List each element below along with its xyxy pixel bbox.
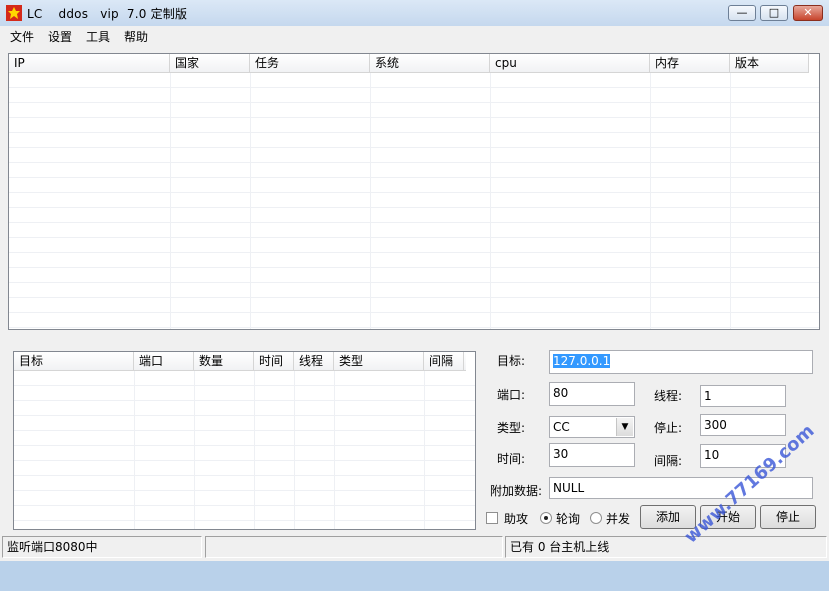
column-divider bbox=[250, 73, 251, 329]
host-list[interactable]: IP 国家 任务 系统 cpu 内存 版本 bbox=[8, 53, 820, 330]
menu-bar: 文件 设置 工具 帮助 bbox=[0, 26, 829, 45]
column-threads[interactable]: 线程 bbox=[294, 352, 334, 370]
column-divider bbox=[490, 73, 491, 329]
time-label: 时间: bbox=[497, 452, 526, 466]
mode-poll-label: 轮询 bbox=[556, 512, 581, 526]
stop-label: 停止: bbox=[654, 421, 683, 435]
maximize-button[interactable]: □ bbox=[760, 5, 788, 21]
maximize-icon: □ bbox=[768, 6, 780, 19]
menu-file[interactable]: 文件 bbox=[10, 28, 34, 45]
type-value: CC bbox=[553, 420, 570, 434]
column-divider bbox=[650, 73, 651, 329]
app-icon bbox=[6, 5, 22, 21]
column-memory[interactable]: 内存 bbox=[650, 54, 730, 72]
column-version[interactable]: 版本 bbox=[730, 54, 809, 72]
column-divider bbox=[294, 371, 295, 529]
threads-input[interactable]: 1 bbox=[700, 385, 786, 407]
menu-help[interactable]: 帮助 bbox=[124, 28, 148, 45]
menu-tools[interactable]: 工具 bbox=[86, 28, 110, 45]
title-bar[interactable]: LC ddos vip 7.0 定制版 — □ ✕ bbox=[0, 0, 829, 27]
mode-poll-radio[interactable] bbox=[540, 512, 552, 524]
time-input[interactable]: 30 bbox=[549, 443, 635, 467]
menu-settings[interactable]: 设置 bbox=[48, 28, 72, 45]
mode-concurrent-radio[interactable] bbox=[590, 512, 602, 524]
close-icon: ✕ bbox=[803, 6, 813, 19]
port-input[interactable]: 80 bbox=[549, 382, 635, 406]
status-bar: 监听端口8080中 已有 0 台主机上线 bbox=[0, 534, 829, 561]
column-ip[interactable]: IP bbox=[9, 54, 170, 72]
column-time[interactable]: 时间 bbox=[254, 352, 294, 370]
assist-checkbox[interactable] bbox=[486, 512, 498, 524]
start-button[interactable]: 开始 bbox=[700, 505, 756, 529]
target-input[interactable]: 127.0.0.1 bbox=[549, 350, 813, 374]
threads-label: 线程: bbox=[654, 389, 683, 403]
status-middle bbox=[205, 536, 503, 558]
task-list-rows bbox=[14, 371, 475, 529]
column-divider bbox=[254, 371, 255, 529]
column-task[interactable]: 任务 bbox=[250, 54, 370, 72]
column-count[interactable]: 数量 bbox=[194, 352, 254, 370]
task-list[interactable]: 目标 端口 数量 时间 线程 类型 间隔 bbox=[13, 351, 476, 530]
chevron-down-icon[interactable]: ▼ bbox=[616, 418, 633, 436]
type-select[interactable]: CC ▼ bbox=[549, 416, 635, 438]
port-label: 端口: bbox=[497, 388, 526, 402]
target-value: 127.0.0.1 bbox=[553, 354, 611, 368]
column-port[interactable]: 端口 bbox=[134, 352, 194, 370]
minimize-icon: — bbox=[736, 6, 748, 19]
window-title: LC ddos vip 7.0 定制版 bbox=[27, 7, 188, 21]
status-listen: 监听端口8080中 bbox=[2, 536, 202, 558]
host-list-rows bbox=[9, 73, 819, 329]
task-list-header: 目标 端口 数量 时间 线程 类型 间隔 bbox=[14, 352, 466, 371]
column-divider bbox=[170, 73, 171, 329]
extra-data-label: 附加数据: bbox=[490, 484, 543, 498]
status-online: 已有 0 台主机上线 bbox=[505, 536, 827, 558]
interval-input[interactable]: 10 bbox=[700, 444, 786, 468]
column-target[interactable]: 目标 bbox=[14, 352, 134, 370]
mode-concurrent-label: 并发 bbox=[606, 512, 631, 526]
column-divider bbox=[334, 371, 335, 529]
column-divider bbox=[424, 371, 425, 529]
add-button[interactable]: 添加 bbox=[640, 505, 696, 529]
assist-label: 助攻 bbox=[504, 512, 529, 526]
minimize-button[interactable]: — bbox=[728, 5, 756, 21]
stop-input[interactable]: 300 bbox=[700, 414, 786, 436]
column-country[interactable]: 国家 bbox=[170, 54, 250, 72]
interval-label: 间隔: bbox=[654, 454, 683, 468]
target-label: 目标: bbox=[497, 354, 526, 368]
column-divider bbox=[194, 371, 195, 529]
column-cpu[interactable]: cpu bbox=[490, 54, 650, 72]
extra-data-input[interactable]: NULL bbox=[549, 477, 813, 499]
type-label: 类型: bbox=[497, 421, 526, 435]
column-divider bbox=[370, 73, 371, 329]
host-list-header: IP 国家 任务 系统 cpu 内存 版本 bbox=[9, 54, 809, 73]
column-type[interactable]: 类型 bbox=[334, 352, 424, 370]
stop-button[interactable]: 停止 bbox=[760, 505, 816, 529]
column-interval[interactable]: 间隔 bbox=[424, 352, 464, 370]
column-system[interactable]: 系统 bbox=[370, 54, 490, 72]
close-button[interactable]: ✕ bbox=[793, 5, 823, 21]
column-divider bbox=[730, 73, 731, 329]
column-divider bbox=[134, 371, 135, 529]
